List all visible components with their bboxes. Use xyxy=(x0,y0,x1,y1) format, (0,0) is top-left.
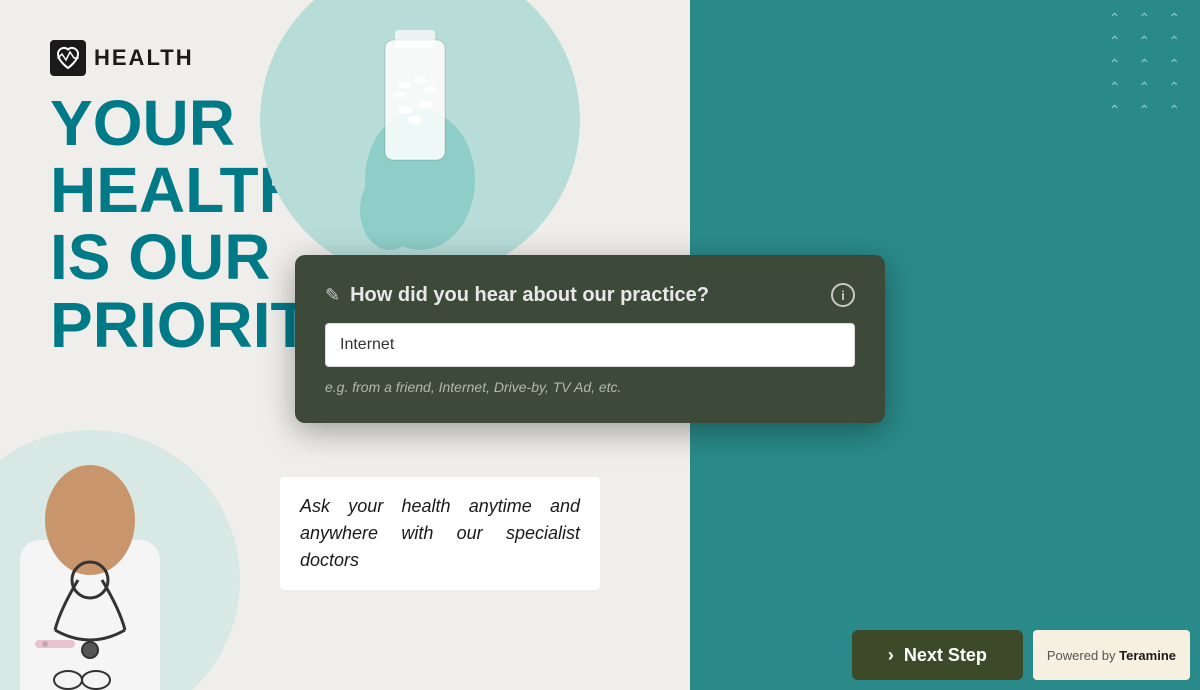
bottom-bar: › Next Step Powered by Teramine xyxy=(690,620,1200,690)
chevron-icon: ⌃ xyxy=(1139,33,1151,50)
chevron-icon: ⌃ xyxy=(1139,10,1151,27)
doctor-circle xyxy=(0,430,240,690)
modal-hint: e.g. from a friend, Internet, Drive-by, … xyxy=(325,379,855,395)
powered-by-badge: Powered by Teramine xyxy=(1033,630,1190,680)
modal-card: ✎ How did you hear about our practice? i… xyxy=(295,255,885,423)
chevron-icon: ⌃ xyxy=(1139,102,1151,119)
chevron-row: ⌃ ⌃ ⌃ xyxy=(1109,79,1180,96)
chevron-icon: ⌃ xyxy=(1139,79,1151,96)
chevron-icon: ⌃ xyxy=(1109,33,1121,50)
chevron-icon: ⌃ xyxy=(1109,102,1121,119)
chevron-icon: ⌃ xyxy=(1168,56,1180,73)
chevron-row: ⌃ ⌃ ⌃ xyxy=(1109,56,1180,73)
modal-title-group: ✎ How did you hear about our practice? xyxy=(325,284,709,307)
chevron-row: ⌃ ⌃ ⌃ xyxy=(1109,10,1180,27)
medicine-bottle-illustration xyxy=(310,0,530,260)
info-icon[interactable]: i xyxy=(831,283,855,307)
chevron-icon: ⌃ xyxy=(1109,10,1121,27)
powered-by-prefix: Powered by xyxy=(1047,648,1116,663)
chevron-row: ⌃ ⌃ ⌃ xyxy=(1109,102,1180,119)
heartbeat-icon xyxy=(50,40,86,76)
chevron-row: ⌃ ⌃ ⌃ xyxy=(1109,33,1180,50)
doctor-illustration xyxy=(0,440,220,690)
chevron-decorations: ⌃ ⌃ ⌃ ⌃ ⌃ ⌃ ⌃ ⌃ ⌃ ⌃ ⌃ ⌃ ⌃ ⌃ ⌃ xyxy=(1109,10,1180,119)
chevron-icon: ⌃ xyxy=(1168,33,1180,50)
referral-input[interactable] xyxy=(325,323,855,367)
modal-title: How did you hear about our practice? xyxy=(350,284,709,307)
tagline-box: Ask your health anytime and anywhere wit… xyxy=(280,477,600,590)
chevron-icon: ⌃ xyxy=(1109,79,1121,96)
tagline-text: Ask your health anytime and anywhere wit… xyxy=(300,493,580,574)
powered-by-brand: Teramine xyxy=(1119,648,1176,663)
logo-text: HEALTH xyxy=(94,45,194,71)
modal-header: ✎ How did you hear about our practice? i xyxy=(325,283,855,307)
arrow-icon: › xyxy=(888,645,894,666)
logo: HEALTH xyxy=(50,40,194,76)
edit-icon: ✎ xyxy=(325,285,340,306)
chevron-icon: ⌃ xyxy=(1109,56,1121,73)
next-step-button[interactable]: › Next Step xyxy=(852,630,1023,680)
chevron-icon: ⌃ xyxy=(1168,102,1180,119)
chevron-icon: ⌃ xyxy=(1168,79,1180,96)
chevron-icon: ⌃ xyxy=(1139,56,1151,73)
chevron-icon: ⌃ xyxy=(1168,10,1180,27)
next-step-label: Next Step xyxy=(904,645,987,666)
